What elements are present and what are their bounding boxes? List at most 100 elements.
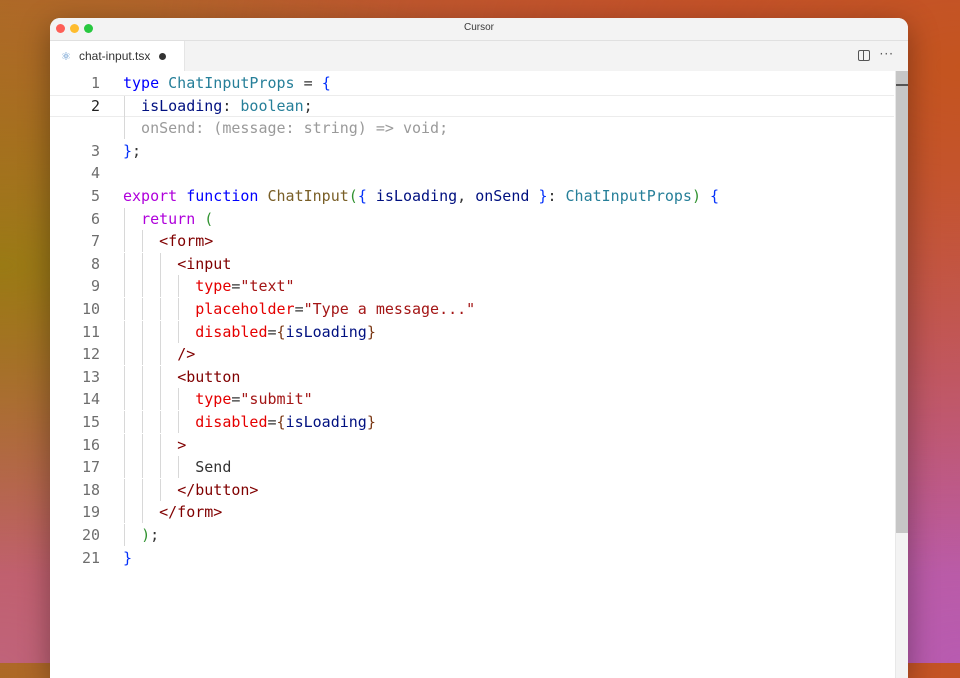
code-token: "text" [240,277,295,296]
line-number: 11 [81,322,100,341]
code-line[interactable]: 15 disabled={isLoading} [50,411,894,433]
indent-guide [124,524,125,546]
indent-guide [124,117,125,140]
indent-guide [142,275,144,298]
line-number: 8 [90,254,100,273]
indent-guide [142,252,144,275]
code-token: <button [177,367,241,386]
line-number: 6 [90,209,100,228]
code-token: } [123,141,133,160]
code-token: , [457,187,476,205]
code-token: /> [177,345,196,364]
code-token: = [267,413,277,431]
code-token: </button> [177,480,259,499]
code-line[interactable]: 1 type ChatInputProps = { [50,72,894,94]
code-line[interactable]: 3}; [50,140,894,162]
code-token: { [710,187,720,205]
line-number: 15 [81,413,100,431]
indent-guide [160,275,162,298]
indent-guide [160,433,162,456]
line-number: 2 [90,96,100,115]
line-number: 12 [81,345,100,364]
code-text: /> [123,343,195,365]
code-line[interactable]: 21} [50,547,894,569]
code-text: }; [123,140,141,162]
code-token: = [267,322,277,341]
more-actions-icon[interactable]: ··· [880,47,894,61]
code-line[interactable]: 4 [50,162,894,184]
indent-guide [178,411,180,433]
code-line[interactable]: 10 placeholder="Type a message..." [50,298,894,320]
code-text: isLoading: boolean; [123,96,313,116]
code-token: isLoading [285,322,367,341]
line-number: 9 [90,277,100,296]
code-token: } [123,548,133,567]
split-editor-icon[interactable] [858,50,870,61]
line-number: 13 [81,367,100,386]
code-token: onSend [475,187,530,205]
tab-chat-input[interactable]: ⚛ chat-input.tsx [50,41,185,71]
code-token: ; [150,526,160,544]
line-number: 1 [90,74,100,92]
code-line[interactable]: 11 disabled={isLoading} [50,320,894,343]
indent-guide [178,275,180,298]
code-line[interactable]: 2 isLoading: boolean; [50,94,894,118]
line-number: 17 [81,458,100,477]
indent-guide [178,320,180,343]
code-line[interactable]: 19 </form> [50,501,894,524]
code-token: ) [141,526,151,544]
code-line[interactable]: 12 /> [50,343,894,366]
line-number: 3 [90,141,100,160]
code-editor[interactable]: 1 type ChatInputProps = {2 isLoading: boo… [50,71,908,678]
code-text: <input [123,253,231,275]
vertical-scrollbar[interactable] [895,71,908,678]
line-number: 16 [81,435,100,454]
indent-guide [124,343,125,366]
ghost-suggestion-line[interactable]: onSend: (message: string) => void; [50,117,894,140]
code-line[interactable]: 6 return ( [50,207,894,230]
code-token: isLoading [285,413,367,431]
indent-guide [178,298,180,320]
scrollbar-thumb[interactable] [896,71,908,533]
unsaved-dot-icon[interactable] [159,52,167,60]
code-line[interactable]: 14 type="submit" [50,388,894,411]
code-token: { [276,413,286,431]
line-number: 19 [81,503,100,522]
code-text: </button> [123,479,258,501]
code-line[interactable]: 7 <form> [50,230,894,253]
indent-guide [160,320,162,343]
line-number: 10 [81,300,100,318]
indent-guide [142,298,144,320]
indent-guide [160,298,162,320]
code-text: placeholder="Type a message..." [123,298,475,320]
code-line[interactable]: 16 > [50,433,894,456]
code-line[interactable]: 9 type="text" [50,275,894,298]
indent-guide [142,478,144,501]
code-token: placeholder [195,300,295,318]
code-line[interactable]: 8 <input [50,252,894,275]
tab-filename: chat-input.tsx [79,49,151,63]
indent-guide [142,365,144,388]
code-line[interactable]: 20 ); [50,524,894,546]
code-token: ; [132,141,142,160]
window-title: Cursor [463,22,494,33]
code-token: } [366,413,376,431]
code-text: ); [123,524,159,546]
code-line[interactable]: 17 Send [50,456,894,479]
indent-guide [124,230,125,253]
code-token: isLoading [375,187,458,205]
code-line[interactable]: 13 <button [50,365,894,388]
code-line[interactable]: 18 </button> [50,478,894,501]
code-text: <button [123,366,240,388]
indent-guide [124,501,125,524]
code-line[interactable]: 5 export function ChatInput({ isLoading, … [50,185,894,207]
